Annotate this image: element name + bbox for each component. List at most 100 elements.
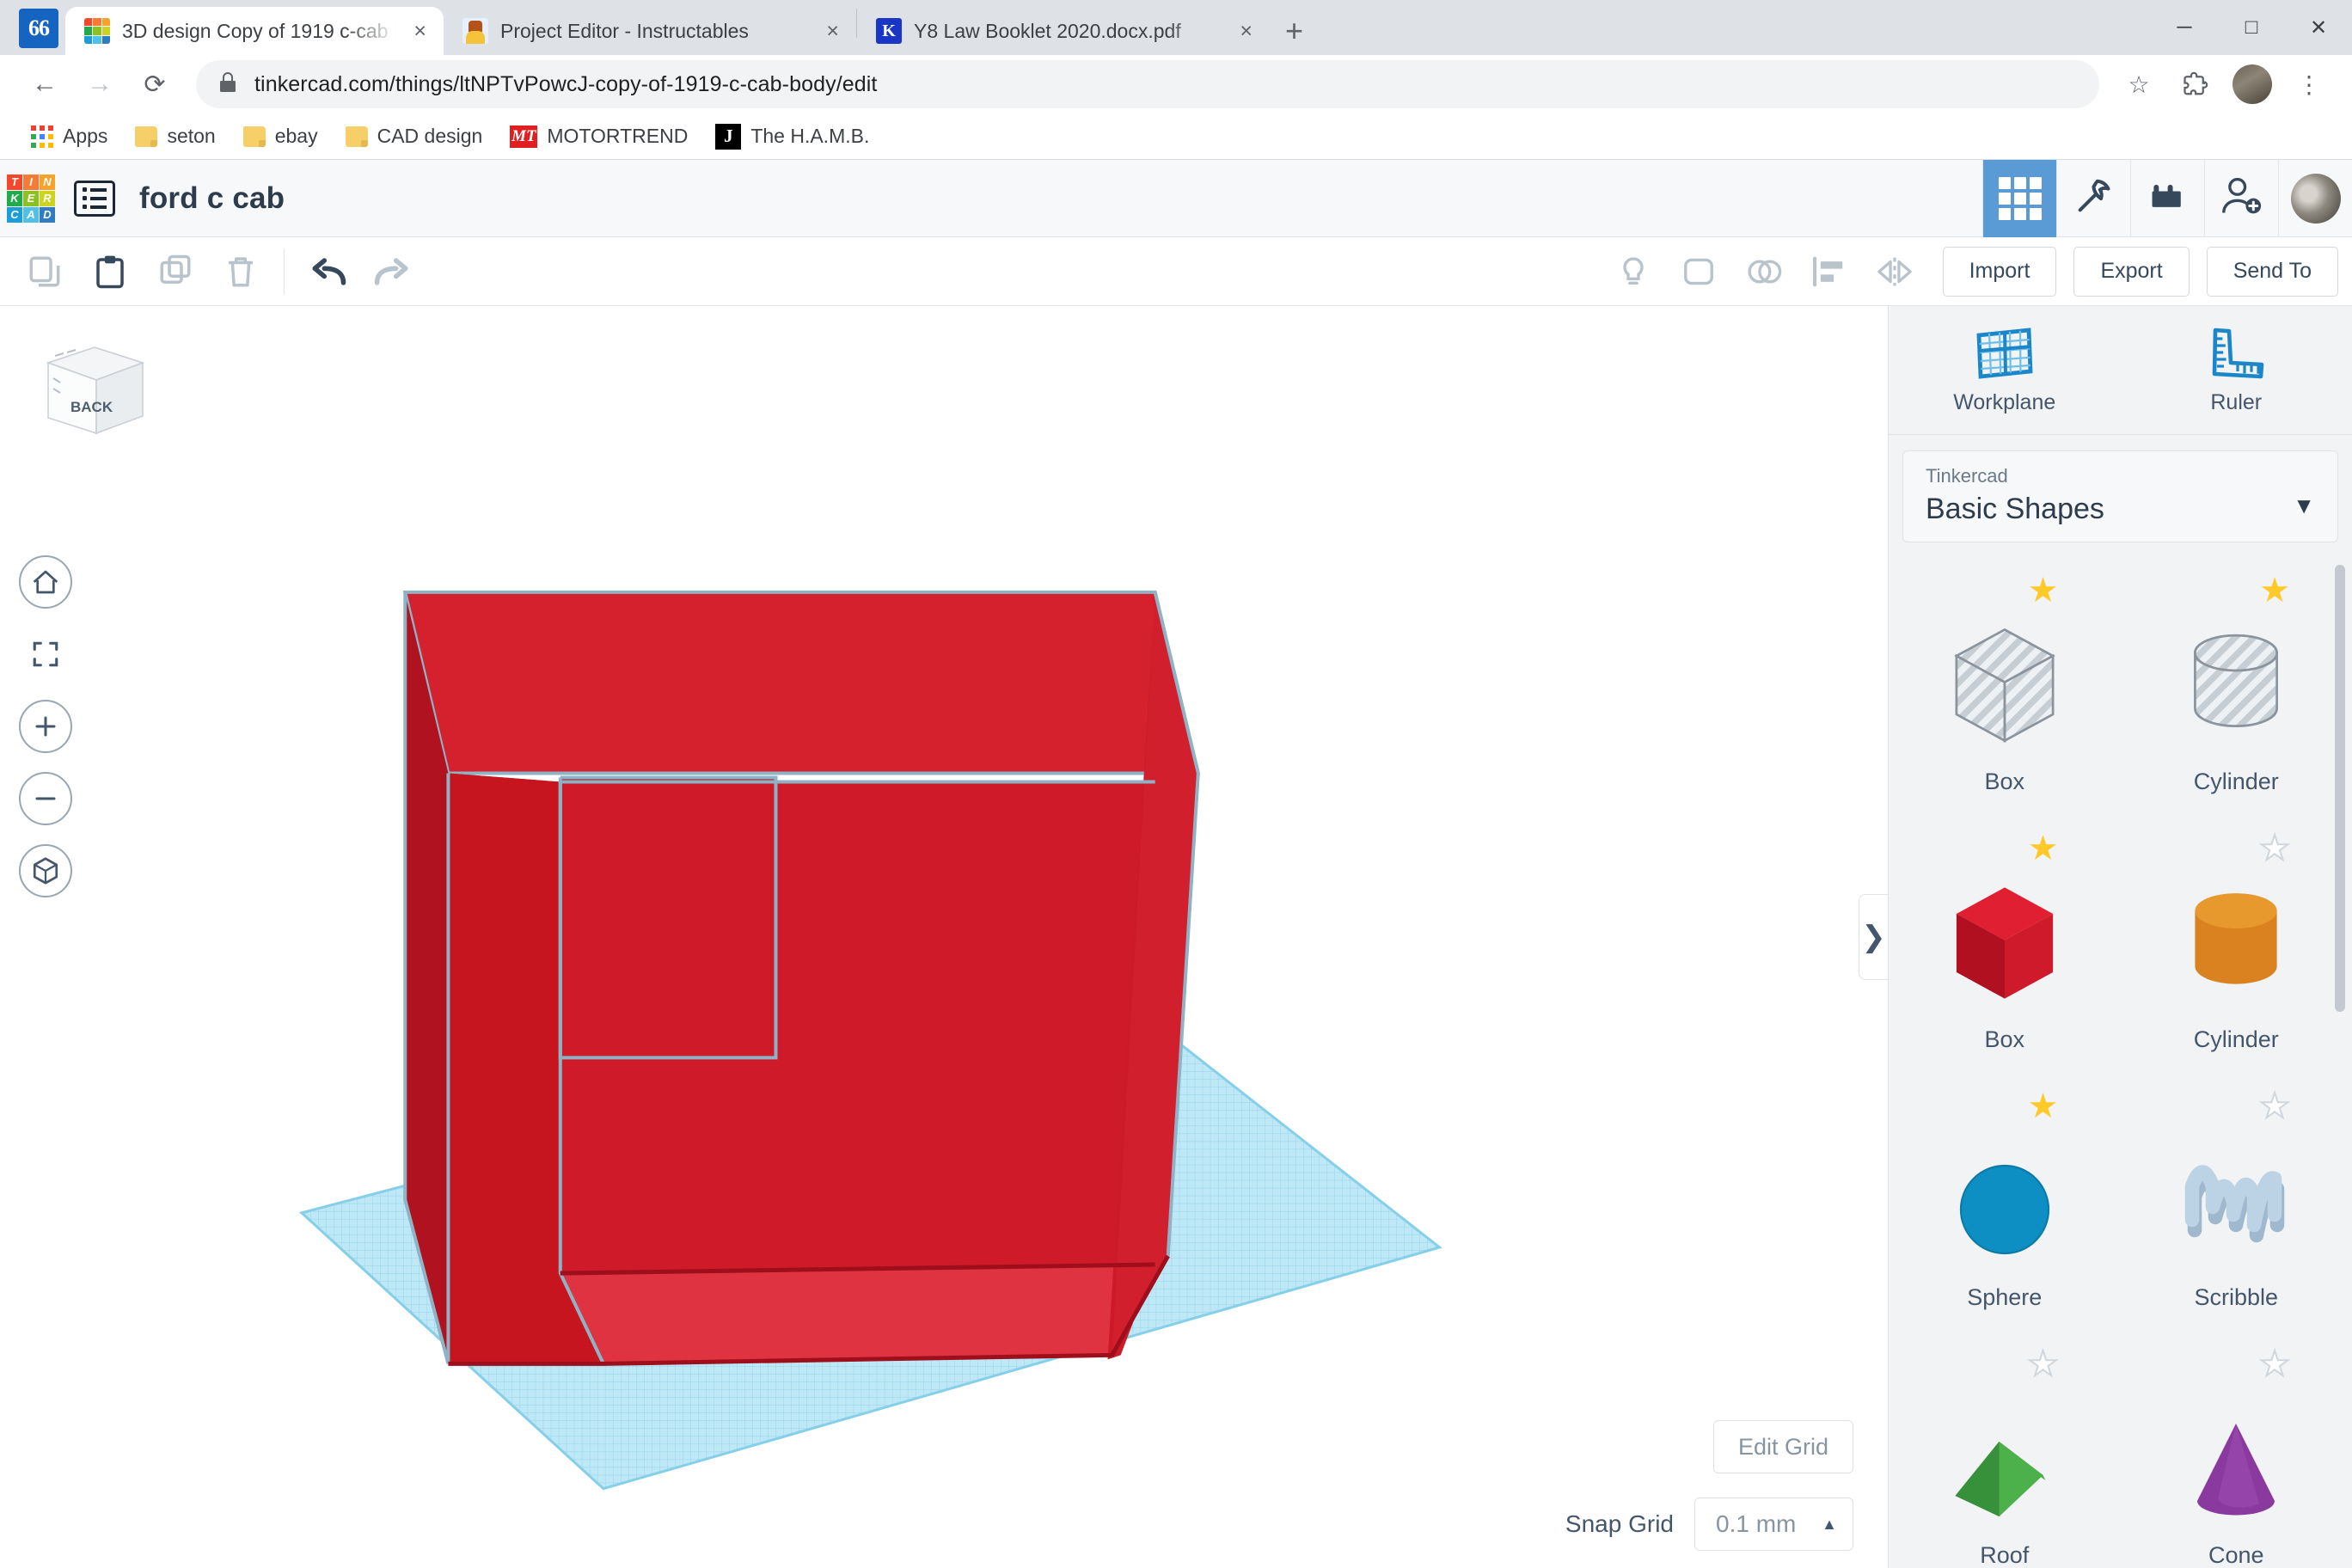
delete-icon[interactable] [210,245,272,298]
workplane-label: Workplane [1953,390,2056,414]
chrome-menu-icon[interactable]: ⋮ [2283,58,2335,110]
kami-favicon-icon: K [876,18,902,44]
snap-grid-value: 0.1 mm [1716,1510,1797,1537]
bookmark-label: ebay [274,125,318,147]
group-icon[interactable] [1668,245,1730,298]
shape-label: Cylinder [2193,1026,2279,1052]
shape-item-box-hole[interactable]: ★ Box [1889,563,2121,804]
shape-label: Box [1984,1026,2025,1052]
shape-item-box-solid[interactable]: ★ Box [1889,821,2121,1062]
bookmark-the-hamb[interactable]: J The H.A.M.B. [705,119,879,155]
instructables-favicon-icon [462,18,488,44]
chrome-avatar[interactable] [2226,58,2278,110]
close-window-button[interactable]: ✕ [2285,0,2352,55]
tab-strip: 66 3D design Copy of 1919 c-cab bo × Pro… [0,0,2352,55]
apps-grid-icon [31,125,53,148]
shape-item-scribble[interactable]: ★ Scribble [2121,1079,2352,1320]
tab-tinkercad[interactable]: 3D design Copy of 1919 c-cab bo × [65,7,444,55]
bookmark-cad-design[interactable]: CAD design [335,119,493,153]
favorite-star-icon[interactable]: ★ [2028,573,2059,608]
collapse-panel-handle[interactable]: ❯ [1859,894,1888,980]
bookmark-motortrend[interactable]: MT MOTORTREND [499,119,698,153]
favorite-star-icon[interactable]: ★ [2027,1346,2060,1382]
address-bar[interactable]: tinkercad.com/things/ltNPTvPowcJ-copy-of… [196,60,2099,108]
tab-pdf[interactable]: K Y8 Law Booklet 2020.docx.pdf × [857,7,1270,55]
url-text: tinkercad.com/things/ltNPTvPowcJ-copy-of… [254,71,878,96]
avatar[interactable] [2278,159,2352,237]
favorite-star-icon[interactable]: ★ [2028,1089,2059,1124]
jalopy-icon: J [715,123,742,150]
shape-item-sphere[interactable]: ★ Sphere [1889,1079,2121,1320]
shape-item-cylinder-hole[interactable]: ★ Cylinder [2121,563,2352,804]
extensions-icon[interactable] [2170,58,2221,110]
list-panel-icon[interactable] [74,180,115,217]
back-button[interactable]: ← [17,57,72,112]
shape-item-cylinder-solid[interactable]: ★ Cylinder [2121,821,2352,1062]
brick-icon [2147,179,2189,217]
reload-button[interactable]: ⟳ [127,57,182,112]
library-collection: Basic Shapes [1926,493,2104,525]
shape-label: Scribble [2194,1284,2279,1310]
redo-icon[interactable] [362,245,424,298]
shape-item-cone[interactable]: ★ Cone [2121,1337,2352,1568]
tinkercad-app: TIN KER CAD ford c cab Import Export Sen… [0,159,2352,1568]
ruler-tool[interactable]: Ruler [2121,306,2352,434]
workplane-tool[interactable]: Workplane [1889,306,2121,434]
roof-icon [1955,1442,2046,1516]
new-tab-button[interactable]: + [1285,15,1303,46]
send-to-button[interactable]: Send To [2206,246,2338,297]
edit-grid-button[interactable]: Edit Grid [1712,1420,1853,1473]
ungroup-icon[interactable] [1733,245,1795,298]
bookmark-ebay[interactable]: ebay [233,119,328,153]
align-icon[interactable] [1798,245,1860,298]
tinkercad-logo-icon[interactable]: TIN KER CAD [7,174,55,223]
favorite-star-icon[interactable]: ★ [2028,831,2059,866]
bulb-icon[interactable] [1602,245,1664,298]
undo-icon[interactable] [297,245,358,298]
paste-icon[interactable] [79,245,141,298]
tab-close-icon[interactable]: × [408,17,432,46]
duplicate-icon[interactable] [144,245,206,298]
forward-button[interactable]: → [72,57,127,112]
minimize-button[interactable]: ─ [2151,0,2218,55]
tinker-button[interactable] [2056,159,2130,237]
favorite-star-icon[interactable]: ★ [2258,830,2291,867]
bookmark-label: The H.A.M.B. [750,125,870,147]
shape-library-select[interactable]: Tinkercad Basic Shapes ▼ [1902,450,2338,542]
import-button[interactable]: Import [1942,246,2057,297]
invite-people-button[interactable] [2204,159,2278,237]
shape-item-roof[interactable]: ★ Roof [1889,1337,2121,1568]
tinkercad-header: TIN KER CAD ford c cab [0,159,2352,237]
export-button[interactable]: Export [2073,246,2190,297]
tab-close-icon[interactable]: × [821,17,844,46]
toolbar-divider [284,248,285,294]
solid-cylinder-icon [2195,893,2277,984]
copy-icon[interactable] [14,245,76,298]
header-actions [1982,159,2352,237]
editor-toolbar: Import Export Send To [0,237,2352,306]
bookmark-label: MOTORTREND [547,125,689,147]
shape-list[interactable]: ★ Box ★ Cylinder ★ Box ★ Cylinder ★ Sphe… [1889,551,2352,1568]
3d-canvas[interactable]: BACK Edit Grid Snap Grid 0.1 mm ▲ ❯ [0,306,1888,1568]
bookmark-apps[interactable]: Apps [21,119,118,153]
learn-blocks-button[interactable] [2130,159,2204,237]
shapes-panel: Workplane Ruler Tinkercad Basic Shapes ▼… [1888,306,2352,1568]
mirror-icon[interactable] [1864,245,1926,298]
tab-instructables[interactable]: Project Editor - Instructables × [444,7,856,55]
bookmark-star-icon[interactable]: ☆ [2113,58,2165,110]
bookmark-label: CAD design [377,125,483,147]
favorite-star-icon[interactable]: ★ [2258,1346,2291,1382]
maximize-button[interactable]: □ [2218,0,2285,55]
caret-up-icon: ▲ [1822,1515,1837,1533]
solid-box-icon [1956,887,2053,999]
favorite-star-icon[interactable]: ★ [2258,1088,2291,1124]
gallery-grid-button[interactable] [1982,159,2056,237]
hole-cylinder-icon [2194,634,2279,727]
favorite-star-icon[interactable]: ★ [2259,573,2290,608]
bookmark-seton[interactable]: seton [125,119,225,153]
scene-render[interactable] [0,306,1888,1568]
snap-grid-select[interactable]: 0.1 mm ▲ [1694,1498,1853,1551]
folder-icon [242,126,266,147]
tab-close-icon[interactable]: × [1234,17,1258,46]
browser-window: 66 3D design Copy of 1919 c-cab bo × Pro… [0,0,2352,1568]
